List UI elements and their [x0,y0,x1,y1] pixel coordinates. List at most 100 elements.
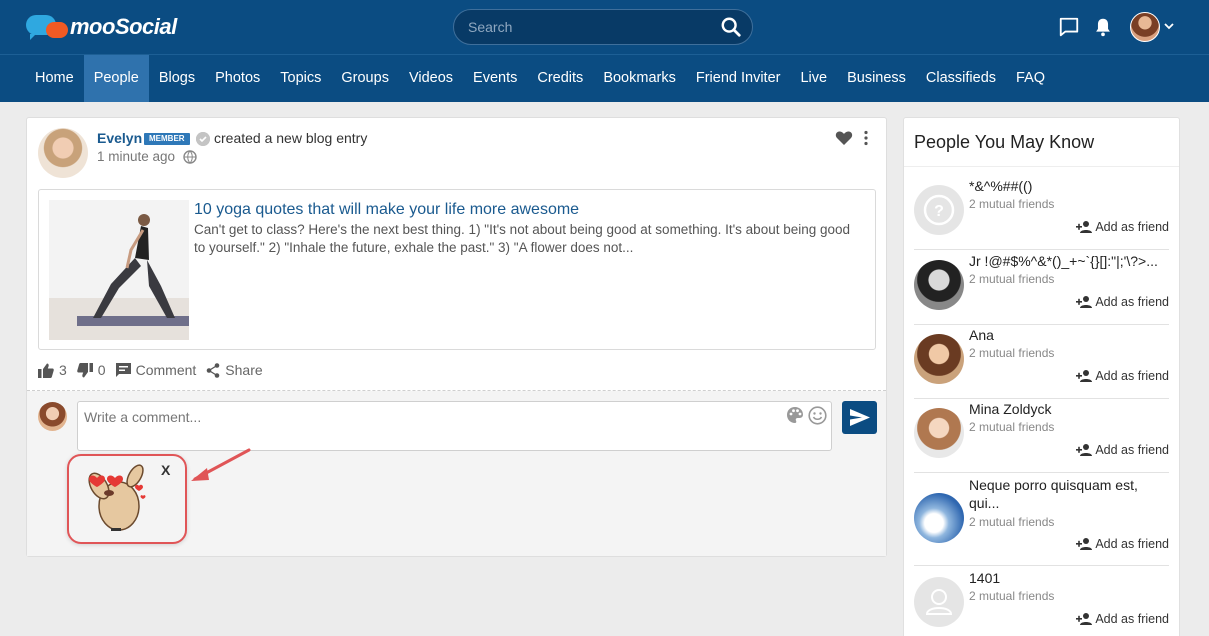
suggestion-item: Mina Zoldyck 2 mutual friends Add as fri… [914,398,1169,473]
share-button[interactable]: Share [206,362,263,378]
nav-events[interactable]: Events [463,55,527,102]
chevron-down-icon[interactable] [1163,20,1175,32]
suggestion-mutual[interactable]: 2 mutual friends [969,515,1054,529]
heart-icon[interactable] [835,130,853,146]
bell-icon[interactable] [1092,16,1114,38]
question-icon: ? [923,194,955,226]
suggestion-mutual[interactable]: 2 mutual friends [969,420,1054,434]
nav-groups[interactable]: Groups [331,55,399,102]
add-user-icon [1076,444,1093,456]
site-logo[interactable]: mooSocial [26,12,177,42]
add-friend-button[interactable]: Add as friend [1076,537,1169,551]
dislike-count: 0 [97,362,106,378]
blog-excerpt: Can't get to class? Here's the next best… [194,222,851,255]
comment-input[interactable] [77,401,832,451]
add-friend-button[interactable]: Add as friend [1076,369,1169,383]
suggestion-item: Neque porro quisquam est, qui... 2 mutua… [914,473,1169,566]
svg-text:?: ? [934,203,944,220]
nav-people[interactable]: People [83,55,149,102]
share-icon [206,362,220,378]
add-user-icon [1076,613,1093,625]
nav-friend-inviter[interactable]: Friend Inviter [686,55,791,102]
send-comment-button[interactable] [842,401,877,434]
nav-photos[interactable]: Photos [205,55,270,102]
suggestion-name[interactable]: Neque porro quisquam est, qui... [969,476,1169,512]
suggestion-item: Ana 2 mutual friends Add as friend [914,324,1169,399]
suggestion-item: Jr !@#$%^&*()_+~`{}[]:"|;'\?>... 2 mutua… [914,250,1169,325]
suggestion-avatar[interactable] [914,493,964,543]
emoji-icon[interactable] [808,406,827,425]
nav-home[interactable]: Home [25,55,84,102]
nav-videos[interactable]: Videos [399,55,463,102]
suggestion-mutual[interactable]: 2 mutual friends [969,272,1054,286]
nav-bookmarks[interactable]: Bookmarks [593,55,686,102]
post-actions: 3 0 Comment Share [38,360,273,380]
more-options-icon[interactable] [863,130,869,146]
post-author-name[interactable]: Evelyn [97,130,142,146]
suggestion-name[interactable]: Mina Zoldyck [969,400,1169,418]
nav-business[interactable]: Business [837,55,916,102]
comment-section: X [27,391,886,556]
search-icon[interactable] [720,16,742,38]
suggestion-avatar[interactable] [914,260,964,310]
suggestion-avatar[interactable] [914,334,964,384]
add-friend-button[interactable]: Add as friend [1076,443,1169,457]
suggestion-name[interactable]: Ana [969,326,1169,344]
people-you-may-know-widget: People You May Know ? *&^%##(() 2 mutual… [903,117,1180,636]
top-bar: mooSocial [0,0,1209,54]
suggestion-name[interactable]: 1401 [969,569,1169,587]
comment-icon [115,363,131,377]
suggestion-avatar[interactable] [914,577,964,627]
post-author-avatar[interactable] [38,128,88,178]
blog-preview[interactable]: 10 yoga quotes that will make your life … [38,189,876,350]
suggestion-item: 1401 2 mutual friends Add as friend [914,567,1169,636]
add-friend-button[interactable]: Add as friend [1076,220,1169,234]
comment-label: Comment [135,362,197,378]
suggestion-mutual[interactable]: 2 mutual friends [969,589,1054,603]
suggestion-mutual[interactable]: 2 mutual friends [969,346,1054,360]
add-friend-button[interactable]: Add as friend [1076,295,1169,309]
nav-topics[interactable]: Topics [270,55,331,102]
user-avatar[interactable] [1130,12,1160,42]
thumbs-down-icon [77,362,93,377]
blog-thumbnail[interactable] [49,200,189,340]
post-timestamp[interactable]: 1 minute ago [97,149,175,164]
suggestion-avatar[interactable]: ? [914,185,964,235]
commenter-avatar [38,402,67,431]
nav-live[interactable]: Live [790,55,837,102]
globe-icon [183,150,197,164]
post-action-text: created a new blog entry [214,130,368,146]
add-user-icon [1076,538,1093,550]
logo-text: mooSocial [70,14,177,39]
share-label: Share [225,362,263,378]
dislike-button[interactable]: 0 [77,362,106,378]
comment-button[interactable]: Comment [115,362,197,378]
search-input[interactable] [468,10,708,44]
add-friend-button[interactable]: Add as friend [1076,612,1169,626]
main-nav: Home People Blogs Photos Topics Groups V… [0,54,1209,102]
suggestion-item: ? *&^%##(() 2 mutual friends Add as frie… [914,175,1169,250]
add-user-icon [1076,221,1093,233]
nav-credits[interactable]: Credits [527,55,593,102]
remove-sticker-button[interactable]: X [161,462,170,478]
add-user-icon [1076,296,1093,308]
yoga-image [49,200,189,340]
suggestion-avatar[interactable] [914,408,964,458]
like-count: 3 [59,362,67,378]
activity-card: Evelyn MEMBER created a new blog entry 1… [26,117,887,557]
nav-blogs[interactable]: Blogs [149,55,205,102]
nav-classifieds[interactable]: Classifieds [916,55,1006,102]
like-button[interactable]: 3 [38,362,67,378]
blog-title-link[interactable]: 10 yoga quotes that will make your life … [194,201,579,219]
suggestion-mutual[interactable]: 2 mutual friends [969,197,1054,211]
messages-icon[interactable] [1058,16,1080,38]
add-user-icon [1076,370,1093,382]
nav-faq[interactable]: FAQ [1006,55,1055,102]
send-icon [850,409,870,426]
widget-title: People You May Know [914,132,1095,152]
sticker-palette-icon[interactable] [786,406,804,424]
suggestion-name[interactable]: Jr !@#$%^&*()_+~`{}[]:"|;'\?>... [969,252,1169,270]
user-placeholder-icon [925,589,953,615]
verified-icon [196,132,210,146]
suggestion-name[interactable]: *&^%##(() [969,177,1169,195]
